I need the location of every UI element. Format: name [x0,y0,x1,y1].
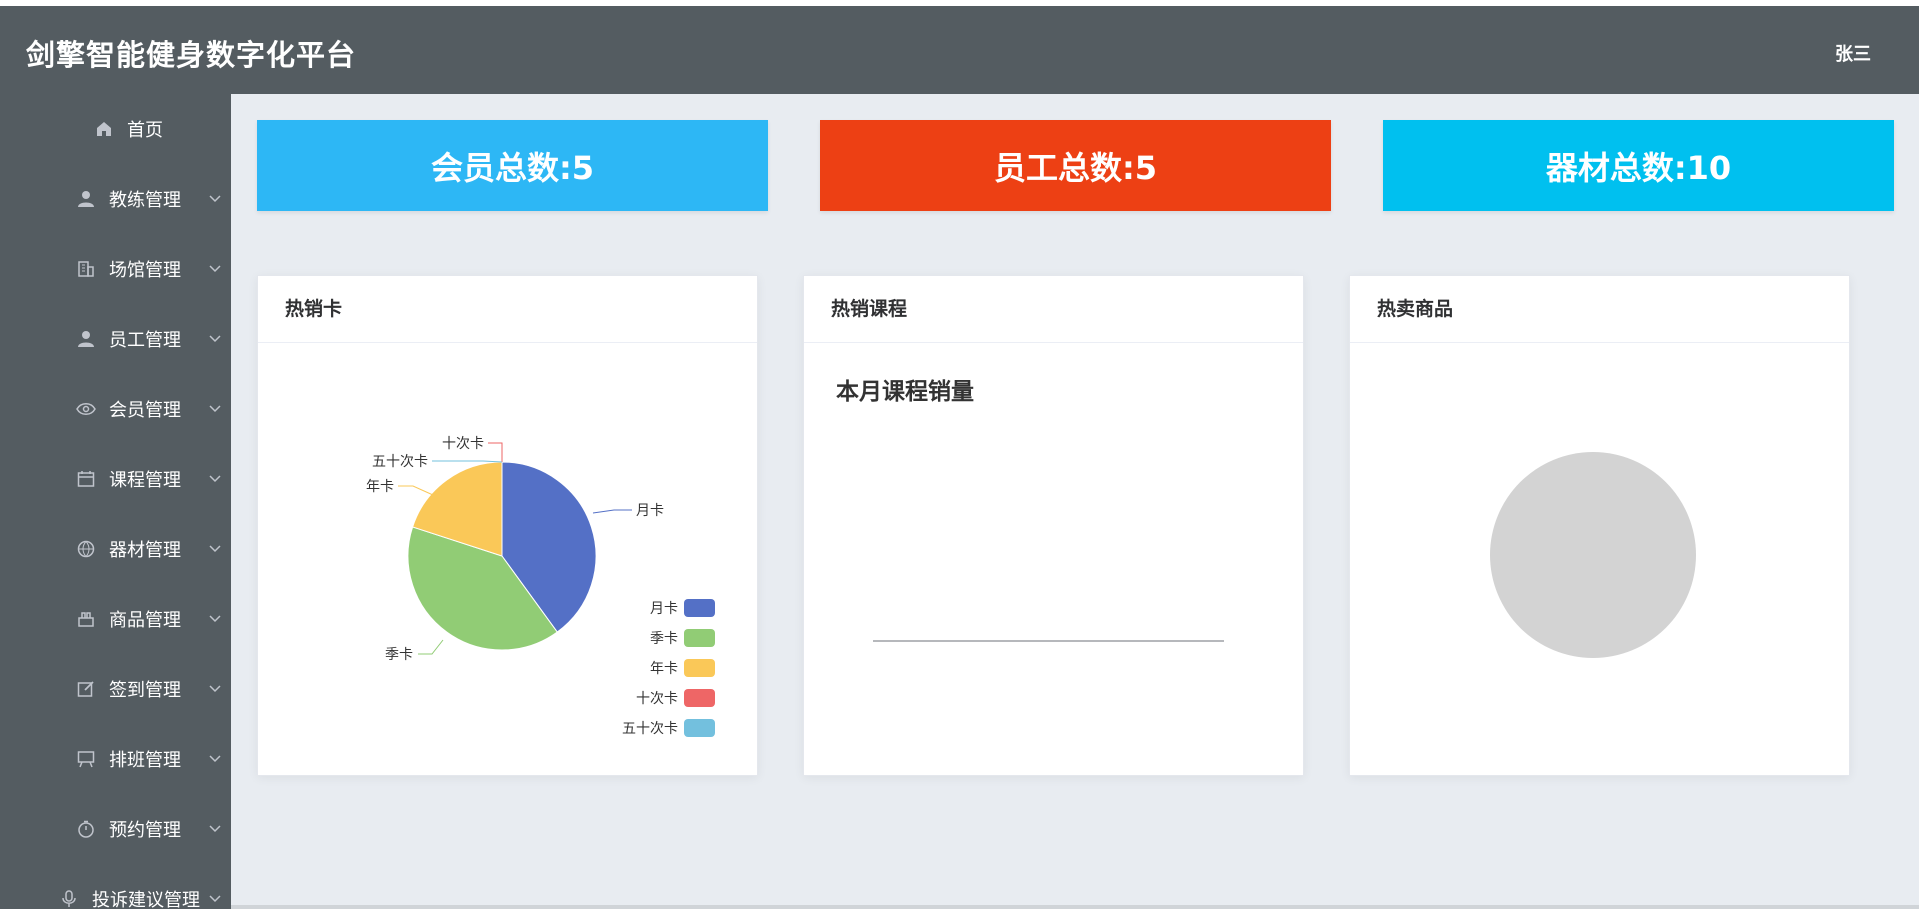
sidebar-item-label: 排班管理 [109,750,181,771]
equipment-count-card[interactable]: 器材总数:10 [1383,120,1894,211]
label-leader-line [488,442,503,462]
sidebar-item-staff[interactable]: 员工管理 [0,314,231,364]
panel-title: 热卖商品 [1350,276,1849,343]
legend-swatch[interactable] [684,659,715,677]
label-leader-line [432,460,503,463]
chevron-down-icon [209,405,221,413]
legend-label[interactable]: 季卡 [650,631,678,647]
building-icon [75,258,97,280]
sidebar-item-label: 员工管理 [109,330,181,351]
main-content: 会员总数:5 员工总数:5 器材总数:10 热销卡 月卡 季卡 年卡 十次卡 五十次卡月… [231,94,1919,909]
chevron-down-icon [209,615,221,623]
chevron-down-icon [209,335,221,343]
home-icon [93,118,115,140]
pie-label: 季卡 [385,647,413,663]
sidebar-item-label: 投诉建议管理 [92,890,200,909]
chevron-down-icon [209,195,221,203]
schedule-board-icon [75,748,97,770]
empty-pie-placeholder [1490,452,1696,658]
horizontal-scrollbar[interactable] [231,905,1919,909]
legend-label[interactable]: 月卡 [650,601,678,617]
sidebar-item-schedule[interactable]: 排班管理 [0,734,231,784]
top-header: 剑擎智能健身数字化平台 张三 [0,6,1919,94]
pie-label: 月卡 [636,503,664,519]
sidebar: 首页 教练管理 场馆管理 员工管理 会员管理 课程管理 器材管理 商品管理 签到… [0,94,231,909]
user-name[interactable]: 张三 [1835,40,1871,66]
edit-icon [75,678,97,700]
hot-courses-panel: 热销课程 本月课程销量 [803,275,1304,776]
label-leader-line [418,639,444,655]
sidebar-item-complaint[interactable]: 投诉建议管理 [0,874,231,909]
stopwatch-icon [75,818,97,840]
sidebar-item-booking[interactable]: 预约管理 [0,804,231,854]
chevron-down-icon [209,475,221,483]
user-icon [75,328,97,350]
hot-cards-panel: 热销卡 月卡 季卡 年卡 十次卡 五十次卡 月卡 季卡 年卡 十次卡 五十次卡 [257,275,758,776]
sidebar-item-course[interactable]: 课程管理 [0,454,231,504]
sidebar-item-member[interactable]: 会员管理 [0,384,231,434]
chevron-down-icon [209,265,221,273]
course-sales-chart [873,640,1224,642]
basketball-icon [75,538,97,560]
sidebar-item-goods[interactable]: 商品管理 [0,594,231,644]
calendar-icon [75,468,97,490]
pie-label: 五十次卡 [372,454,428,470]
sidebar-item-coach[interactable]: 教练管理 [0,174,231,224]
sidebar-item-home[interactable]: 首页 [0,104,231,154]
label-leader-line [398,485,434,496]
label-leader-line [592,509,632,514]
chevron-down-icon [209,545,221,553]
sidebar-item-label: 教练管理 [109,190,181,211]
legend-label[interactable]: 年卡 [650,661,678,677]
chevron-down-icon [209,755,221,763]
legend-swatch[interactable] [684,599,715,617]
chevron-down-icon [209,685,221,693]
panel-title: 热销课程 [804,276,1303,343]
pie-label: 年卡 [366,479,394,495]
chevron-down-icon [209,825,221,833]
sidebar-item-equipment[interactable]: 器材管理 [0,524,231,574]
hot-cards-pie-chart: 月卡季卡年卡十次卡五十次卡月卡季卡年卡十次卡五十次卡 [366,436,715,737]
sidebar-item-label: 会员管理 [109,400,181,421]
sidebar-item-label: 器材管理 [109,540,181,561]
legend-swatch[interactable] [684,629,715,647]
sidebar-item-checkin[interactable]: 签到管理 [0,664,231,714]
sidebar-item-label: 预约管理 [109,820,181,841]
microphone-icon [58,888,80,909]
sidebar-item-label: 首页 [127,120,163,141]
app-title: 剑擎智能健身数字化平台 [26,38,357,72]
sidebar-item-label: 商品管理 [109,610,181,631]
legend-label[interactable]: 五十次卡 [622,721,678,737]
goods-icon [75,608,97,630]
member-count-card[interactable]: 会员总数:5 [257,120,768,211]
sidebar-item-venue[interactable]: 场馆管理 [0,244,231,294]
pie-label: 十次卡 [442,436,484,452]
user-icon [75,188,97,210]
hot-goods-panel: 热卖商品 [1349,275,1850,776]
sidebar-item-label: 签到管理 [109,680,181,701]
chevron-down-icon [209,895,221,903]
staff-count-card[interactable]: 员工总数:5 [820,120,1331,211]
legend-swatch[interactable] [684,719,715,737]
hot-goods-pie-chart [1490,452,1696,658]
sidebar-item-label: 课程管理 [109,470,181,491]
legend-label[interactable]: 十次卡 [636,691,678,707]
panel-title: 热销卡 [258,276,757,343]
legend-swatch[interactable] [684,689,715,707]
eye-icon [75,398,97,420]
sidebar-item-label: 场馆管理 [109,260,181,281]
